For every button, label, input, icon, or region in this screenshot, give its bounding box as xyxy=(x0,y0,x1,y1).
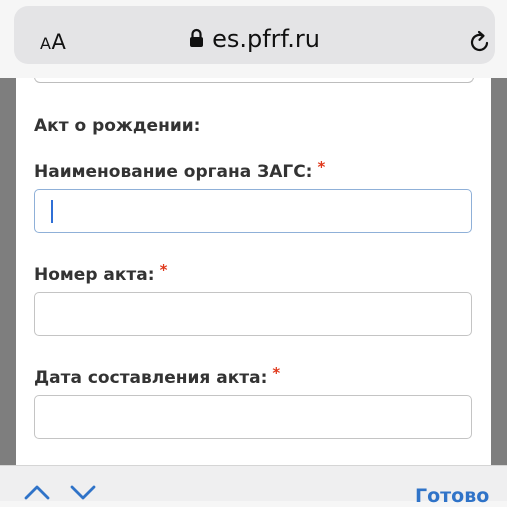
page-viewport: Акт о рождении: Наименование органа ЗАГС… xyxy=(0,78,507,465)
previous-input-field[interactable] xyxy=(34,78,474,83)
lock-icon xyxy=(189,26,204,54)
address-bar[interactable]: AA es.pfrf.ru xyxy=(14,6,495,64)
act-number-input[interactable] xyxy=(34,292,472,336)
field-label-act-number: Номер акта: * xyxy=(34,261,168,285)
keyboard-accessory-bar: Готово xyxy=(0,465,507,507)
form-modal: Акт о рождении: Наименование органа ЗАГС… xyxy=(16,78,491,465)
section-title: Акт о рождении: xyxy=(34,116,201,136)
field-label-act-date: Дата составления акта: * xyxy=(34,364,281,388)
text-caret xyxy=(51,200,53,223)
browser-top-bar: AA es.pfrf.ru xyxy=(0,0,507,78)
done-button[interactable]: Готово xyxy=(415,485,489,507)
url-text: es.pfrf.ru xyxy=(212,25,320,53)
field-label-registry-office: Наименование органа ЗАГС: * xyxy=(34,158,326,182)
act-date-input[interactable] xyxy=(34,395,472,439)
chevron-up-icon[interactable] xyxy=(24,484,50,504)
required-mark: * xyxy=(159,261,168,279)
reload-icon[interactable] xyxy=(469,30,491,58)
required-mark: * xyxy=(317,158,326,176)
required-mark: * xyxy=(272,364,281,382)
url-display[interactable]: es.pfrf.ru xyxy=(14,25,495,54)
chevron-down-icon[interactable] xyxy=(70,484,96,504)
registry-office-input[interactable] xyxy=(34,189,472,233)
